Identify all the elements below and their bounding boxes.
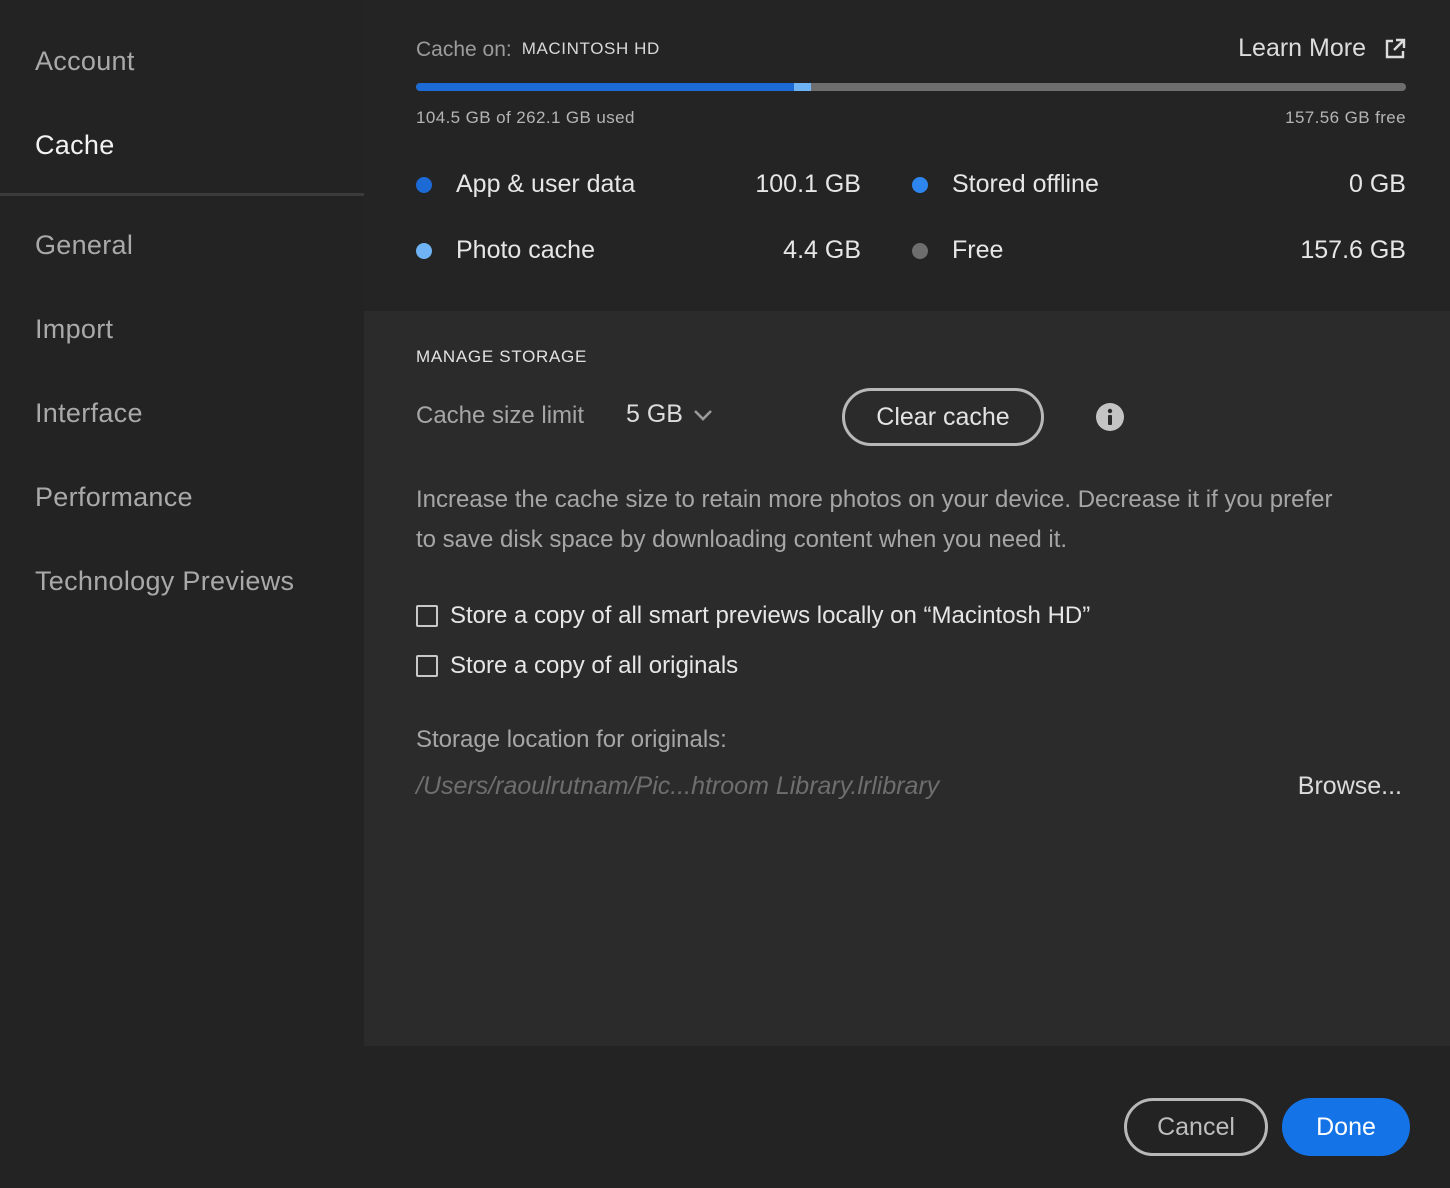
store-originals-checkbox[interactable] <box>416 655 438 677</box>
drive-name: MACINTOSH HD <box>521 39 660 58</box>
legend-free: Free <box>912 236 1003 265</box>
usage-bar-app-user-data <box>416 83 795 91</box>
store-originals-label: Store a copy of all originals <box>450 652 739 679</box>
legend-label: Stored offline <box>952 170 1099 198</box>
legend-label: App & user data <box>456 170 636 198</box>
store-originals-option[interactable]: Store a copy of all originals <box>416 652 738 680</box>
legend-app-user-data: App & user data <box>416 170 635 199</box>
sidebar-item-cache[interactable]: Cache <box>35 130 115 161</box>
sidebar: Account Cache General Import Interface P… <box>0 0 364 1046</box>
storage-usage-bar <box>416 83 1406 91</box>
cache-panel: Cache on: MACINTOSH HD Learn More 104.5 G… <box>364 0 1450 1046</box>
cancel-button[interactable]: Cancel <box>1124 1098 1268 1156</box>
storage-location-label: Storage location for originals: <box>416 726 727 753</box>
sidebar-item-account[interactable]: Account <box>35 46 135 77</box>
app-user-data-dot <box>416 176 432 193</box>
preferences-dialog: Account Cache General Import Interface P… <box>0 0 1450 1188</box>
sidebar-item-interface[interactable]: Interface <box>35 398 143 429</box>
free-space-text: 157.56 GB free <box>1285 108 1406 127</box>
cache-size-limit-label: Cache size limit <box>416 402 585 429</box>
cache-size-limit-dropdown[interactable]: 5 GB <box>626 400 713 429</box>
photo-cache-dot <box>416 242 432 259</box>
external-link-icon <box>1385 38 1406 58</box>
dialog-footer: Cancel Done <box>0 1046 1450 1188</box>
legend-label: Free <box>952 236 1004 264</box>
sidebar-item-technology-previews[interactable]: Technology Previews <box>35 566 294 597</box>
sidebar-item-import[interactable]: Import <box>35 314 113 345</box>
manage-storage-title: MANAGE STORAGE <box>416 347 588 366</box>
cache-description: Increase the cache size to retain more p… <box>416 486 1333 553</box>
info-icon[interactable] <box>1096 403 1124 431</box>
storage-overview: Cache on: MACINTOSH HD Learn More 104.5 G… <box>364 0 1450 311</box>
store-smart-previews-option[interactable]: Store a copy of all smart previews local… <box>416 602 1090 630</box>
learn-more-link[interactable]: Learn More <box>1238 34 1406 63</box>
legend-photo-cache: Photo cache <box>416 236 595 265</box>
cache-size-limit-value: 5 GB <box>626 400 683 428</box>
usage-bar-photo-cache <box>794 83 811 91</box>
free-dot <box>912 242 928 259</box>
used-space-text: 104.5 GB of 262.1 GB used <box>416 108 635 127</box>
store-smart-previews-checkbox[interactable] <box>416 605 438 627</box>
learn-more-label: Learn More <box>1238 34 1366 62</box>
legend-value-free: 157.6 GB <box>1300 236 1406 264</box>
cache-on-label: Cache on: <box>416 38 512 61</box>
sidebar-divider <box>0 193 364 196</box>
cache-location: Cache on: MACINTOSH HD <box>416 38 660 62</box>
sidebar-item-general[interactable]: General <box>35 230 133 261</box>
legend-value-app-user-data: 100.1 GB <box>755 170 861 198</box>
storage-location-path: /Users/raoulrutnam/Pic...htroom Library.… <box>416 772 940 800</box>
legend-value-stored-offline: 0 GB <box>1349 170 1406 198</box>
legend-stored-offline: Stored offline <box>912 170 1099 199</box>
chevron-down-icon <box>694 409 712 421</box>
stored-offline-dot <box>912 176 928 193</box>
legend-value-photo-cache: 4.4 GB <box>783 236 861 264</box>
sidebar-item-performance[interactable]: Performance <box>35 482 193 513</box>
done-button[interactable]: Done <box>1282 1098 1410 1156</box>
store-smart-previews-label: Store a copy of all smart previews local… <box>450 602 1091 629</box>
clear-cache-button[interactable]: Clear cache <box>842 388 1044 446</box>
legend-label: Photo cache <box>456 236 595 264</box>
browse-button[interactable]: Browse... <box>1298 772 1402 801</box>
